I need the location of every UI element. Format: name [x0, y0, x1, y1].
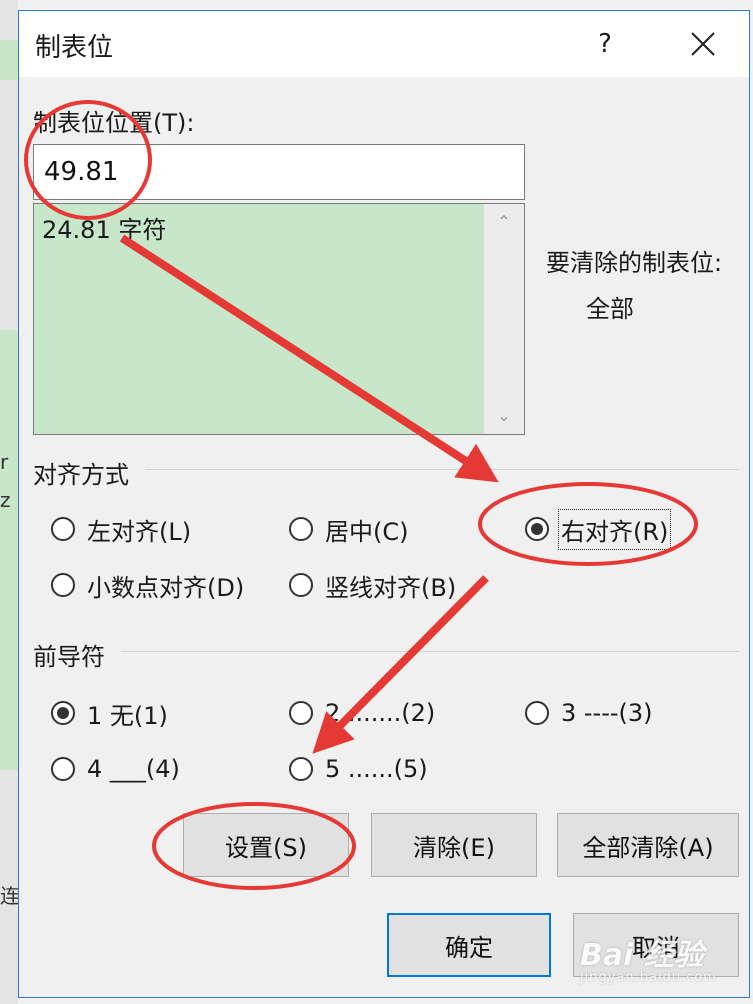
align-bar-radio[interactable]: 竖线对齐(B) — [289, 565, 456, 605]
set-button[interactable]: 设置(S) — [183, 813, 349, 877]
radio-label: 竖线对齐(B) — [325, 573, 457, 602]
leader-underline-radio[interactable]: 4 ___(4) — [51, 749, 180, 789]
radio-label: 左对齐(L) — [87, 517, 192, 546]
leader-divider — [121, 651, 739, 652]
leader-dashes-radio[interactable]: 3 ----(3) — [525, 693, 653, 733]
background-strip — [0, 40, 18, 80]
clear-button[interactable]: 清除(E) — [371, 813, 537, 877]
radio-label: 4 ___(4) — [87, 755, 180, 783]
cancel-button[interactable]: 取消 — [573, 913, 739, 977]
help-button[interactable]: ? — [585, 21, 625, 67]
list-item[interactable]: 24.81 字符 — [42, 210, 166, 245]
ok-button[interactable]: 确定 — [387, 913, 551, 977]
clear-tabs-value: 全部 — [586, 295, 634, 323]
radio-circle[interactable] — [525, 701, 549, 725]
radio-circle[interactable] — [289, 517, 313, 541]
leader-middle-dots-radio[interactable]: 5 ......(5) — [289, 749, 428, 789]
radio-label: 居中(C) — [325, 517, 409, 546]
radio-label: 1 无(1) — [87, 701, 168, 730]
radio-circle[interactable] — [289, 701, 313, 725]
radio-circle[interactable] — [525, 517, 549, 541]
scroll-down-icon[interactable]: ⌄ — [484, 400, 524, 432]
tab-position-list[interactable]: 24.81 字符 ⌃ ⌄ — [33, 203, 525, 435]
align-left-radio[interactable]: 左对齐(L) — [51, 509, 191, 549]
background-document: r z 连 — [0, 0, 20, 1004]
background-text: r — [0, 450, 9, 474]
background-text: z — [0, 488, 11, 512]
scroll-up-icon[interactable]: ⌃ — [484, 206, 524, 238]
radio-circle[interactable] — [289, 757, 313, 781]
leader-label: 前导符 — [33, 643, 105, 671]
tab-position-label: 制表位位置(T): — [33, 109, 195, 137]
radio-circle[interactable] — [289, 573, 313, 597]
close-button[interactable] — [667, 19, 739, 69]
radio-label: 3 ----(3) — [561, 699, 653, 727]
alignment-label: 对齐方式 — [33, 461, 129, 489]
alignment-divider — [145, 469, 739, 470]
leader-dots-radio[interactable]: 2 .......(2) — [289, 693, 435, 733]
dialog-title: 制表位 — [35, 33, 114, 63]
clear-all-button[interactable]: 全部清除(A) — [557, 813, 739, 877]
close-icon — [691, 32, 715, 56]
list-scrollbar[interactable]: ⌃ ⌄ — [483, 204, 524, 434]
background-text: 连 — [0, 884, 20, 908]
tab-stops-dialog: 制表位 ? 制表位位置(T): 24.81 字符 ⌃ ⌄ 要清除的制表位: 全部… — [18, 10, 750, 998]
align-right-radio[interactable]: 右对齐(R) — [525, 508, 672, 550]
align-decimal-radio[interactable]: 小数点对齐(D) — [51, 565, 244, 605]
title-bar: 制表位 ? — [19, 11, 749, 77]
radio-label: 小数点对齐(D) — [87, 573, 245, 602]
radio-circle[interactable] — [51, 701, 75, 725]
radio-circle[interactable] — [51, 573, 75, 597]
leader-none-radio[interactable]: 1 无(1) — [51, 693, 168, 733]
radio-label: 2 .......(2) — [325, 699, 436, 727]
radio-circle[interactable] — [51, 517, 75, 541]
align-center-radio[interactable]: 居中(C) — [289, 509, 408, 549]
tab-position-input[interactable] — [33, 144, 525, 200]
radio-label: 5 ......(5) — [325, 755, 428, 783]
radio-circle[interactable] — [51, 757, 75, 781]
radio-label: 右对齐(R) — [557, 508, 672, 550]
clear-tabs-label: 要清除的制表位: — [546, 249, 723, 277]
background-strip — [0, 330, 18, 770]
